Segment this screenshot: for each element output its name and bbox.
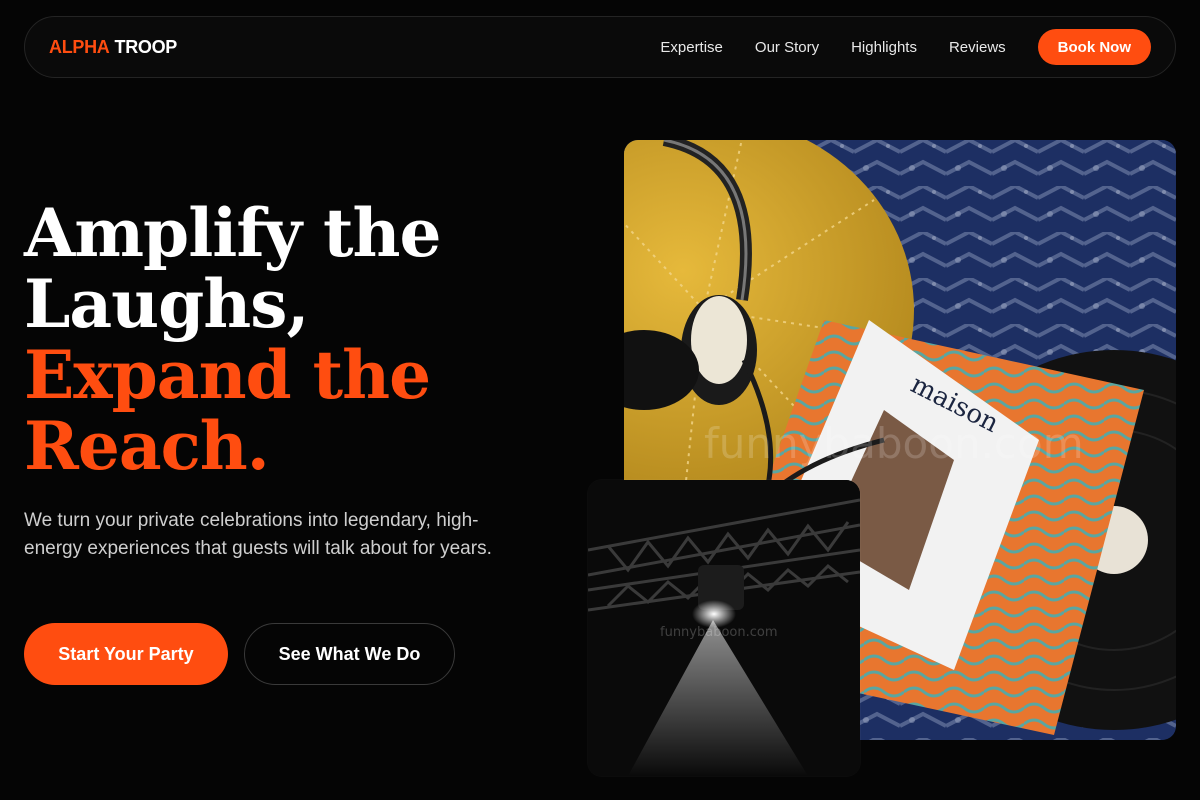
nav-link-reviews[interactable]: Reviews bbox=[949, 39, 1006, 56]
top-nav: ALPHA TROOP Expertise Our Story Highligh… bbox=[24, 16, 1176, 78]
hero-photo-spotlight: funnybaboon.com bbox=[588, 480, 860, 776]
hero-cta-row: Start Your Party See What We Do bbox=[24, 623, 455, 685]
brand-logo[interactable]: ALPHA TROOP bbox=[49, 37, 177, 58]
nav-link-expertise[interactable]: Expertise bbox=[660, 39, 723, 56]
see-what-we-do-button[interactable]: See What We Do bbox=[244, 623, 455, 685]
logo-alpha: ALPHA bbox=[49, 36, 110, 57]
landing-page: ALPHA TROOP Expertise Our Story Highligh… bbox=[0, 0, 1200, 800]
hero-headline: Amplify the Laughs, Expand the Reach. bbox=[24, 198, 544, 482]
nav-link-our-story[interactable]: Our Story bbox=[755, 39, 819, 56]
start-party-button[interactable]: Start Your Party bbox=[24, 623, 228, 685]
headline-line-1: Amplify the bbox=[24, 194, 442, 272]
logo-troop: TROOP bbox=[114, 36, 178, 57]
main-photo-watermark: funnybaboon.com bbox=[704, 419, 1084, 468]
small-photo-watermark: funnybaboon.com bbox=[660, 625, 778, 640]
book-now-button[interactable]: Book Now bbox=[1037, 29, 1151, 65]
headline-line-4: Reach. bbox=[24, 407, 270, 485]
nav-links: Expertise Our Story Highlights Reviews B… bbox=[660, 29, 1151, 65]
hero-subtitle: We turn your private celebrations into l… bbox=[24, 510, 492, 559]
headline-line-3: Expand the bbox=[24, 336, 431, 414]
headline-line-2: Laughs, bbox=[24, 265, 309, 343]
spotlight-scene-illustration: funnybaboon.com bbox=[588, 480, 860, 776]
nav-link-highlights[interactable]: Highlights bbox=[851, 39, 917, 56]
